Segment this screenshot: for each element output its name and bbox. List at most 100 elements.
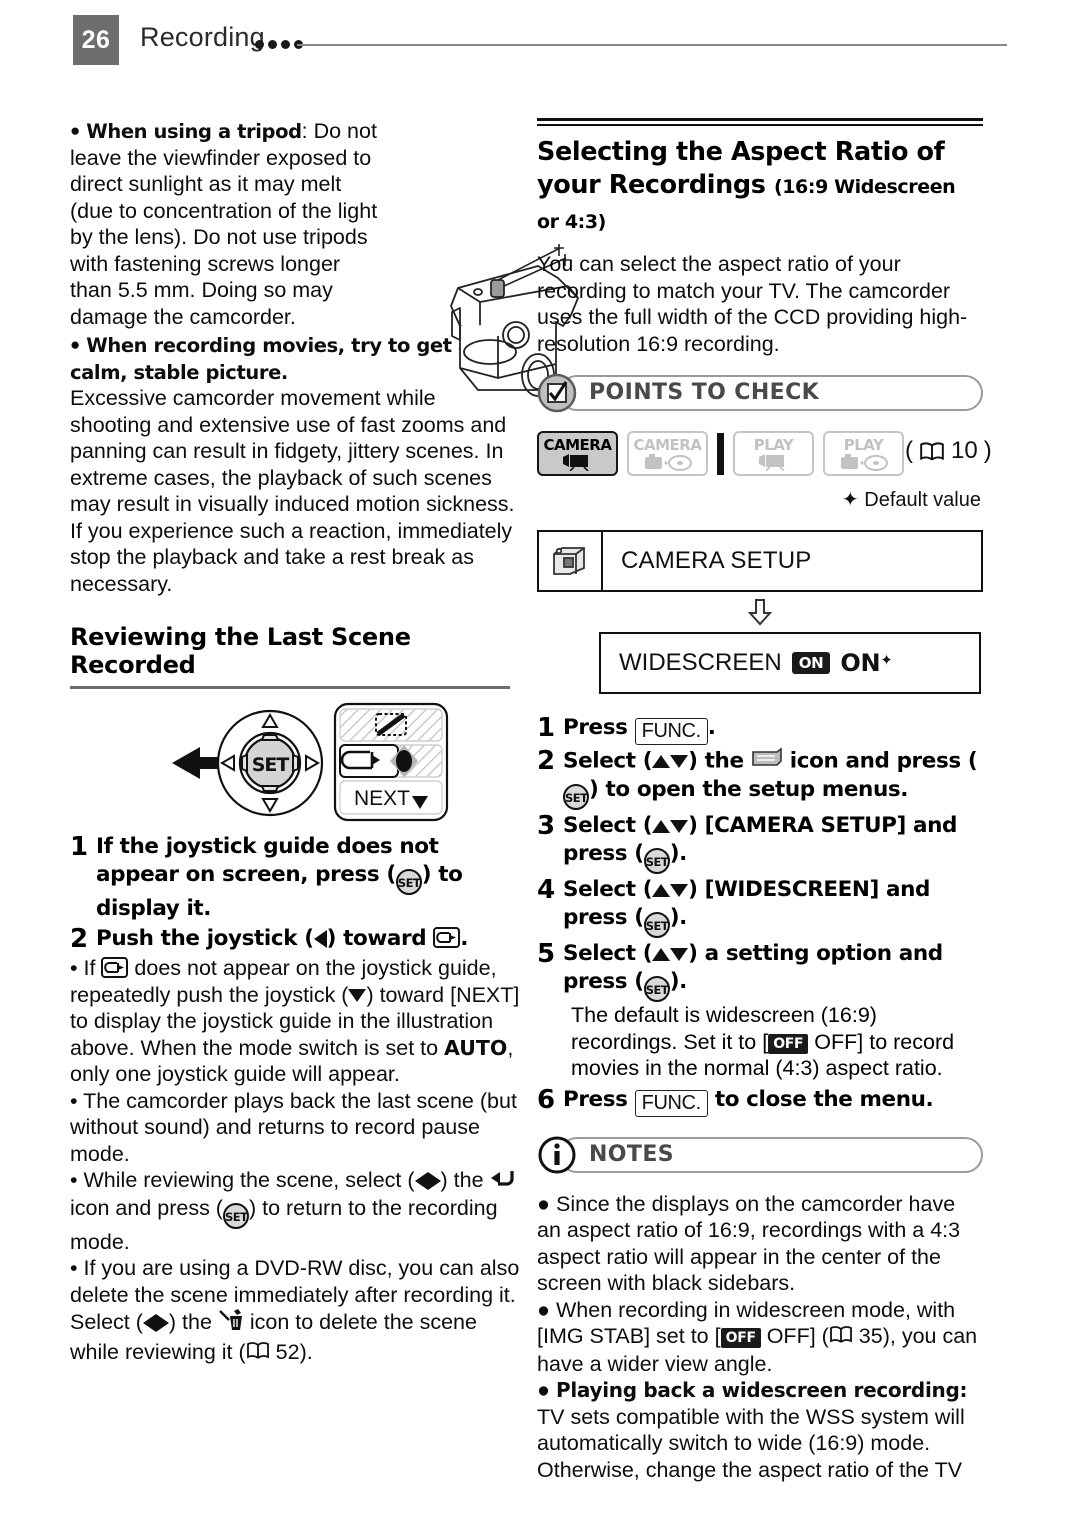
section-title: Selecting the Aspect Ratio of your Recor…	[537, 136, 983, 239]
set-button-icon[interactable]: SET	[643, 912, 670, 938]
joystick-down-icon	[670, 755, 689, 768]
default-value-note: ✦ Default value	[537, 487, 983, 512]
mode-badge-camera-movie: CAMERA	[537, 431, 618, 476]
step-3: 3 Select () [CAMERA SETUP] and press (SE…	[537, 812, 983, 874]
joystick-left-icon	[414, 1172, 428, 1191]
mode-badge-label: CAMERA	[543, 435, 612, 454]
delete-trash-icon	[218, 1308, 244, 1339]
left-column: ● When using a tripod: Do not leave the …	[70, 118, 579, 1368]
step-1: 1 Press FUNC..	[537, 714, 983, 745]
bullet-item-1: • If does not appear on the joystick gui…	[70, 955, 522, 1088]
set-button-icon[interactable]: SET	[643, 976, 670, 1002]
joystick-up-icon	[652, 883, 671, 897]
note-item: ● Since the displays on the camcorder ha…	[537, 1191, 983, 1297]
header-rule	[297, 44, 1007, 46]
photo-disc-icon	[644, 453, 692, 471]
right-column: Selecting the Aspect Ratio of your Recor…	[537, 118, 992, 1483]
joystick-up-icon	[652, 755, 671, 768]
points-to-check-callout: POINTS TO CHECK	[537, 373, 983, 413]
paren-open: (	[905, 437, 913, 464]
step-text: Press FUNC. to close the menu.	[563, 1086, 983, 1117]
menu-box-widescreen[interactable]: WIDESCREEN ON ON✦	[599, 632, 981, 694]
notes-callout: NOTES	[537, 1136, 983, 1175]
joystick-figure-group: SET NEXT	[70, 702, 522, 823]
book-page-icon	[920, 441, 944, 460]
joystick-down-icon	[348, 989, 367, 1003]
step-text-c: ).	[669, 969, 688, 994]
mode-badge-play-movie: PLAY	[733, 431, 814, 476]
step-text-c: ).	[669, 905, 688, 930]
step-number: 1	[537, 713, 556, 743]
notes-label: NOTES	[589, 1141, 674, 1167]
book-page-icon	[246, 1340, 270, 1367]
mode-badge-camera-photo: CAMERA	[627, 431, 708, 476]
page-reference-number: 35	[858, 1324, 883, 1348]
step-text: Select () [WIDESCREEN] and press (SET).	[563, 876, 983, 938]
step-number: 5	[537, 939, 556, 969]
set-button-icon[interactable]: SET	[643, 848, 670, 874]
step-text: Select () a setting option and press (SE…	[563, 940, 983, 1082]
step-5: 5 Select () a setting option and press (…	[537, 940, 983, 1082]
step-5-note: The default is widescreen (16:9) recordi…	[571, 1002, 983, 1082]
svg-text:SET: SET	[252, 754, 290, 776]
mode-badges-row: CAMERA CAMERA PLAY PLAY (10)	[537, 431, 992, 481]
right-steps: 1 Press FUNC.. 2 Select () the icon and …	[537, 714, 983, 1117]
bullet-item-4: • If you are using a DVD-RW disc, you ca…	[70, 1255, 522, 1366]
step-text-a: Select (	[563, 941, 653, 966]
return-icon	[101, 957, 129, 978]
step-text-c: icon and press (	[782, 748, 978, 774]
bullet-3-p1: While reviewing the scene, select (	[83, 1168, 415, 1192]
auto-mode-label: AUTO	[444, 1035, 508, 1060]
step-text: Select () [CAMERA SETUP] and press (SET)…	[563, 812, 983, 874]
func-button[interactable]: FUNC.	[634, 1089, 708, 1117]
joystick-right-icon	[427, 1172, 441, 1191]
note-item: ● Playing back a widescreen recording: T…	[537, 1377, 983, 1483]
bullet-icon: ●	[537, 1378, 550, 1403]
bullet-2-text: The camcorder plays back the last scene …	[70, 1088, 517, 1166]
menu-value-text: ON	[840, 649, 881, 677]
step-text-mid: ) toward	[326, 926, 434, 951]
set-button-icon[interactable]: SET	[563, 784, 589, 810]
step-1: 1 If the joystick guide does not appear …	[70, 833, 522, 923]
bullet-icon: ●	[537, 1191, 550, 1216]
step-text-a: Press	[563, 1086, 635, 1112]
movie-camera-icon	[758, 453, 785, 471]
mode-badge-label: CAMERA	[633, 435, 702, 454]
bullet-icon: •	[70, 1088, 78, 1113]
section-intro: You can select the aspect ratio of your …	[537, 252, 968, 356]
joystick-dial-icon: SET	[172, 709, 324, 817]
step-text-after: .	[460, 926, 469, 951]
bullet-group: • If does not appear on the joystick gui…	[70, 955, 522, 1366]
step-text: Select () the icon and press (SET) to op…	[563, 747, 983, 810]
mode-group-divider	[717, 433, 724, 475]
func-button[interactable]: FUNC.	[634, 718, 708, 745]
set-button-icon[interactable]: SET	[222, 1202, 249, 1229]
menu-box-camera-setup[interactable]: CAMERA SETUP	[537, 530, 983, 592]
step-text-before: If the joystick guide does not appear on…	[96, 834, 439, 887]
on-badge-icon: ON	[791, 652, 831, 674]
page-reference-number: 10	[951, 437, 978, 464]
joystick-down-icon	[670, 883, 689, 897]
return-arrow-icon	[490, 1168, 514, 1195]
page-header: 26 Recording	[0, 0, 1080, 80]
step-text-b: ) the	[688, 748, 751, 774]
return-icon	[433, 927, 461, 948]
points-to-check-label: POINTS TO CHECK	[589, 380, 820, 405]
joystick-guide-icon: NEXT	[333, 702, 449, 822]
note-item: ● When recording in widescreen mode, wit…	[537, 1297, 983, 1378]
bullet-icon: ●	[70, 335, 81, 354]
joystick-down-icon	[670, 947, 689, 961]
default-marker-icon: ✦	[880, 651, 893, 669]
step-6: 6 Press FUNC. to close the menu.	[537, 1086, 983, 1117]
section-rule	[537, 118, 983, 126]
page-reference: 52	[275, 1339, 300, 1364]
set-button-icon[interactable]: SET	[395, 869, 422, 895]
step-number: 3	[537, 811, 556, 841]
off-badge-icon: OFF	[720, 1328, 761, 1348]
subhead-reviewing: Reviewing the Last Scene Recorded	[70, 623, 411, 679]
bullet-icon: ●	[537, 1297, 550, 1322]
joystick-left-icon	[313, 930, 327, 948]
off-badge-icon: OFF	[768, 1033, 809, 1054]
step-text-b: .	[707, 715, 716, 740]
svg-text:NEXT: NEXT	[354, 787, 410, 810]
